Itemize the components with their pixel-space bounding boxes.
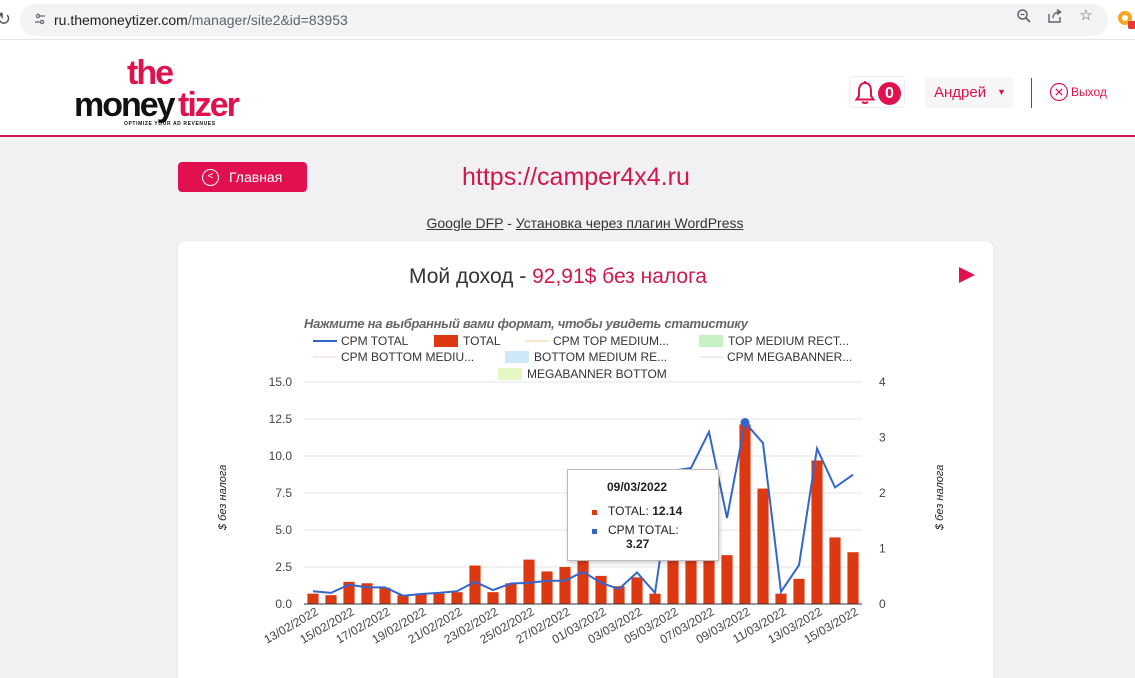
right-tick-label: 0 <box>879 597 886 611</box>
total-bar <box>829 537 841 604</box>
left-tick-label: 0.0 <box>275 597 292 611</box>
tooltip-cpm-label: CPM TOTAL: <box>608 523 679 537</box>
right-tick-label: 4 <box>879 375 886 389</box>
tooltip-total-dot <box>592 510 597 515</box>
total-bar <box>847 552 859 604</box>
total-bar <box>811 460 823 604</box>
tooltip-total-label: TOTAL: <box>608 504 653 518</box>
revenue-chart[interactable]: 0.0 2.5 5.0 7.5 10.0 12.5 15.0 0 1 2 3 4 13/02/2022… <box>0 0 1135 678</box>
left-tick-label: 10.0 <box>269 449 293 463</box>
total-bar <box>325 595 337 604</box>
cpm-highlight-point <box>740 418 750 428</box>
total-bar <box>649 593 661 604</box>
tooltip-date: 09/03/2022 <box>607 480 668 494</box>
total-bar <box>721 555 733 604</box>
total-bar <box>667 556 679 604</box>
total-bar <box>631 577 643 604</box>
left-tick-label: 7.5 <box>275 486 292 500</box>
left-tick-label: 12.5 <box>269 412 293 426</box>
right-tick-label: 3 <box>879 431 886 445</box>
tooltip-cpm-dot <box>592 529 597 534</box>
total-bar <box>451 592 463 604</box>
left-tick-label: 15.0 <box>269 375 293 389</box>
chart-x-labels: 13/02/202215/02/202217/02/202219/02/2022… <box>261 604 860 646</box>
tooltip-cpm-value: 3.27 <box>626 537 650 551</box>
total-bar <box>577 559 589 604</box>
tooltip-total-value: 12.14 <box>652 504 683 518</box>
right-tick-label: 1 <box>879 542 886 556</box>
total-bar <box>775 593 787 604</box>
total-bar <box>505 583 517 604</box>
total-bar <box>559 567 571 604</box>
total-bar <box>541 571 553 604</box>
left-tick-label: 5.0 <box>275 523 292 537</box>
total-bar <box>703 556 715 604</box>
total-bar <box>793 578 805 604</box>
total-bar <box>685 556 697 604</box>
total-bar <box>487 592 499 604</box>
left-tick-label: 2.5 <box>275 560 292 574</box>
total-bar <box>757 488 769 604</box>
chart-tooltip: 09/03/2022 TOTAL: 12.14 CPM TOTAL: 3.27 <box>567 469 719 561</box>
total-bar <box>433 593 445 604</box>
total-bar <box>307 593 319 604</box>
tooltip-total-row: TOTAL: 12.14 <box>608 504 682 518</box>
right-tick-label: 2 <box>879 486 886 500</box>
total-bar <box>739 424 751 604</box>
